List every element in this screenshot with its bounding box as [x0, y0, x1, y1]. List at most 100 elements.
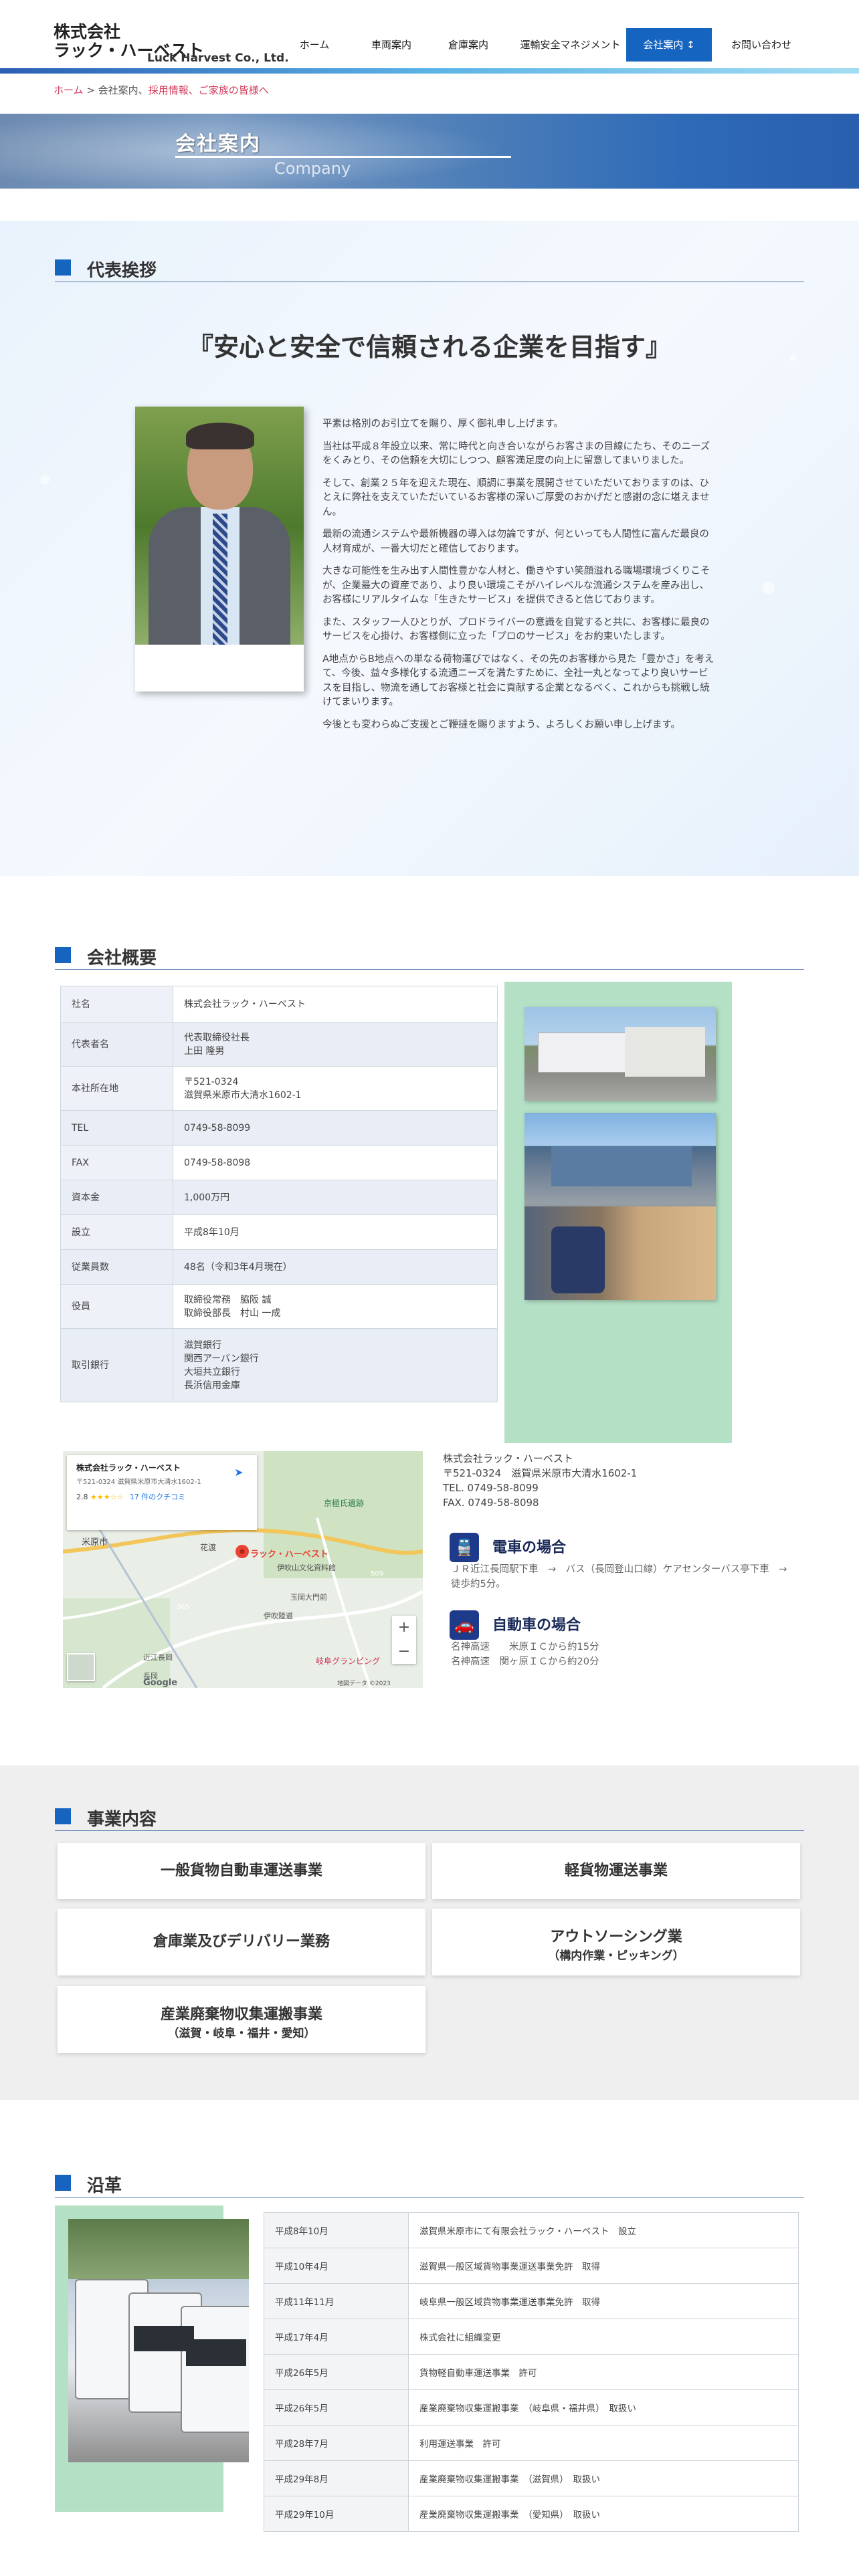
company-section: 会社概要 社名 株式会社ラック・ハーベスト 代表者名 代表取締役社長 上田 隆男 本社…	[0, 876, 859, 1765]
nav-safety-management[interactable]: 運輸安全マネジメント	[512, 28, 629, 62]
access-desc: ＪＲ近江長岡駅下車 → バス（長岡登山口線）ケアセンターバス亭下車 → 徒歩約5…	[451, 1564, 797, 1590]
breadcrumb-home[interactable]: ホーム	[54, 84, 84, 96]
greeting-section: 代表挨拶 『安心と安全で信頼される企業を目指す』 平素は格別のお引立てを賜り、厚…	[0, 221, 859, 876]
place-address: 〒521-0324 滋賀県米原市大清水1602-1	[76, 1479, 201, 1486]
history-event: 産業廃棄物収集運搬事業 （岐阜県・福井県） 取扱い	[408, 2389, 799, 2426]
history-date: 平成28年7月	[264, 2425, 409, 2461]
map-label: 花渡	[200, 1542, 216, 1552]
map-layer-button[interactable]	[67, 1653, 95, 1681]
reviews-link[interactable]: 17 件のクチコミ	[130, 1493, 186, 1501]
greeting-paragraph: 当社は平成８年設立以来、常に時代と向き合いながらお客さまの目線にたち、そのニーズ…	[322, 441, 710, 467]
section-title-text: 代表挨拶	[87, 261, 157, 281]
business-card-title: 産業廃棄物収集運搬事業	[160, 2006, 322, 2023]
table-row: 平成10年4月 滋賀県一般区域貨物事業運送事業免許 取得	[264, 2248, 799, 2284]
map-logo: Google	[143, 1678, 177, 1688]
value-line: 滋賀県米原市大清水1602-1	[184, 1089, 302, 1101]
section-title-text: 会社概要	[87, 948, 157, 968]
route-number: 509	[371, 1570, 383, 1578]
decor-dot	[40, 475, 50, 484]
greeting-paragraph: 今後とも変わらぬご支援とご鞭撻を賜りますよう、よろしくお願い申し上げます。	[322, 719, 681, 730]
zoom-out-button[interactable]: −	[392, 1640, 416, 1664]
office-photo	[524, 1007, 716, 1101]
greeting-paragraph: 最新の流通システムや最新機器の導入は勿論ですが、何といっても人間性に富んだ最良の…	[322, 529, 709, 554]
directions-icon[interactable]: ➤	[231, 1466, 246, 1481]
warehouse-building	[551, 1146, 692, 1186]
history-event: 岐阜県一般区域貨物事業運送事業免許 取得	[408, 2283, 799, 2319]
table-value: 平成8年10月	[173, 1214, 498, 1250]
table-key: 従業員数	[60, 1249, 173, 1285]
google-map[interactable]: 米原市 花渡 京極氏遺跡 伊吹山文化資料館 玉岡大門前 伊吹陸道 近江長岡 岐阜…	[63, 1451, 423, 1688]
nav-warehouse[interactable]: 倉庫案内	[435, 28, 502, 62]
main-nav: ホーム 車両案内 倉庫案内 運輸安全マネジメント 会社案内 ↕ お問い合わせ	[281, 28, 816, 62]
history-table: 平成8年10月 滋賀県米原市にて有限会社ラック・ハーベスト 設立 平成10年4月滋…	[264, 2212, 799, 2532]
value-line: 取締役常務 脇阪 誠	[184, 1294, 272, 1305]
history-event: 滋賀県米原市にて有限会社ラック・ハーベスト 設立	[408, 2212, 799, 2248]
access-title: 電車の場合	[492, 1539, 567, 1556]
page-hero: 会社案内 Company	[0, 114, 859, 189]
map-label: 米原市	[82, 1537, 108, 1547]
address-line: 〒521-0324 滋賀県米原市大清水1602-1	[443, 1467, 638, 1479]
table-row: TEL 0749-58-8099	[60, 1110, 498, 1146]
access-desc-line: 名神高速 関ヶ原ＩＣから約20分	[451, 1656, 599, 1667]
value-line: 取締役部長 村山 一成	[184, 1307, 281, 1319]
access-car: 🚗 自動車の場合 名神高速 米原ＩＣから約15分 名神高速 関ヶ原ＩＣから約20…	[450, 1610, 811, 1677]
access-desc: 名神高速 米原ＩＣから約15分 名神高速 関ヶ原ＩＣから約20分	[451, 1640, 799, 1669]
business-card: 倉庫業及びデリバリー業務	[58, 1909, 425, 1975]
value-line: 長浜信用金庫	[184, 1380, 240, 1391]
map-label: 伊吹陸道	[264, 1611, 293, 1620]
site-logo[interactable]: 株式会社 ラック・ハーベスト Luck Harvest Co., Ltd.	[54, 23, 289, 66]
history-date: 平成26年5月	[264, 2354, 409, 2390]
table-row: 本社所在地 〒521-0324 滋賀県米原市大清水1602-1	[60, 1066, 498, 1111]
map-marker-label: ラック・ハーベスト	[250, 1549, 329, 1560]
greeting-paragraph: そして、創業２５年を迎えた現在、順調に事業を展開させていただいておりますのは、ひ…	[322, 477, 710, 518]
breadcrumb-links[interactable]: 採用情報、ご家族の皆様へ	[149, 84, 269, 96]
table-row: 平成8年10月 滋賀県米原市にて有限会社ラック・ハーベスト 設立	[264, 2212, 799, 2248]
table-row: FAX 0749-58-8098	[60, 1145, 498, 1180]
access-train: 🚆 電車の場合 ＪＲ近江長岡駅下車 → バス（長岡登山口線）ケアセンターバス亭下…	[450, 1533, 811, 1606]
car-icon: 🚗	[450, 1610, 479, 1640]
table-row: 平成11年11月 岐阜県一般区域貨物事業運送事業免許 取得	[264, 2283, 799, 2319]
business-card-sub: （構内作業・ピッキング）	[548, 1949, 684, 1963]
hero-underline	[175, 156, 511, 158]
nav-home[interactable]: ホーム	[281, 28, 348, 62]
breadcrumb-separator: >	[83, 84, 98, 96]
section-title-greeting: 代表挨拶	[55, 255, 804, 282]
table-row: 資本金 1,000万円	[60, 1180, 498, 1215]
table-key: 役員	[60, 1284, 173, 1329]
company-address: 株式会社ラック・ハーベスト 〒521-0324 滋賀県米原市大清水1602-1 …	[443, 1451, 637, 1510]
table-value: 滋賀銀行 関西アーバン銀行 大垣共立銀行 長浜信用金庫	[173, 1328, 498, 1402]
nav-vehicles[interactable]: 車両案内	[358, 28, 425, 62]
table-value: 1,000万円	[173, 1180, 498, 1215]
nav-contact[interactable]: お問い合わせ	[719, 28, 804, 62]
history-date: 平成29年8月	[264, 2460, 409, 2496]
company-motto: 『安心と安全で信頼される企業を目指す』	[187, 332, 671, 362]
table-row: 従業員数 48名（令和3年4月現在）	[60, 1249, 498, 1285]
table-key: FAX	[60, 1145, 173, 1180]
history-section: 沿革 平成8年10月 滋賀県米原市にて有限会社ラック・ハーベスト 設立 平成10年…	[0, 2100, 859, 2576]
train-icon: 🚆	[450, 1533, 479, 1562]
map-label: 伊吹山文化資料館	[277, 1563, 336, 1572]
table-row: 平成28年7月 利用運送事業 許可	[264, 2425, 799, 2461]
section-title-company: 会社概要	[55, 943, 804, 970]
table-value: 48名（令和3年4月現在）	[173, 1249, 498, 1285]
history-event: 産業廃棄物収集運搬事業 （滋賀県） 取扱い	[408, 2460, 799, 2496]
table-key: 本社所在地	[60, 1066, 173, 1111]
table-value: 〒521-0324 滋賀県米原市大清水1602-1	[173, 1066, 498, 1111]
section-title-history: 沿革	[55, 2171, 804, 2197]
section-title-text: 事業内容	[87, 1810, 157, 1830]
zoom-in-button[interactable]: +	[392, 1616, 416, 1640]
title-square-icon	[55, 947, 71, 963]
decor-dot	[763, 582, 775, 594]
business-card: アウトソーシング業 （構内作業・ピッキング）	[432, 1909, 800, 1975]
warehouse-photo	[524, 1113, 716, 1206]
table-key: 資本金	[60, 1180, 173, 1215]
table-key: 設立	[60, 1214, 173, 1250]
truck-windshield	[134, 2326, 194, 2351]
table-row: 平成26年5月 産業廃棄物収集運搬事業 （岐阜県・福井県） 取扱い	[264, 2389, 799, 2426]
value-line: 上田 隆男	[184, 1045, 225, 1057]
table-value: 代表取締役社長 上田 隆男	[173, 1022, 498, 1067]
map-label: 京極氏遺跡	[324, 1498, 364, 1508]
nav-company[interactable]: 会社案内 ↕	[626, 28, 712, 62]
history-date: 平成17年4月	[264, 2319, 409, 2355]
value-line: 大垣共立銀行	[184, 1366, 240, 1378]
